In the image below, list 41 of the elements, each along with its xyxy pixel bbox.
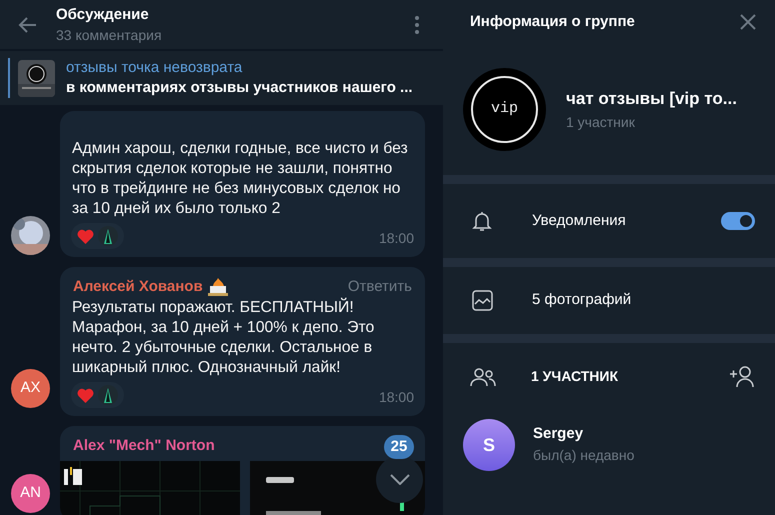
member-name: Sergey [533,424,584,444]
author-name[interactable]: Alex "Mech" Norton [73,434,215,458]
sticker-icon [98,226,118,246]
message-time: 18:00 [378,229,414,248]
user-avatar[interactable]: AN [11,474,50,513]
reactions-bar[interactable] [71,223,124,249]
notifications-label: Уведомления [532,210,626,231]
sticker-icon [98,385,118,405]
message-text: Результаты поражают. БЕСПЛАТНЫЙ! Марафон, за 10 дней + 100% к депо. Это нечто. 2 убыточные сделки. Остальное в шикарный плюс. Однозначный лайк! [72,298,376,378]
comment-count: 33 комментария [56,26,162,44]
photos-label: 5 фотографий [532,290,632,310]
avatar-text: vip [490,99,518,120]
close-icon[interactable] [740,14,756,30]
chat-title: Обсуждение [56,4,150,24]
member-count: 1 участник [566,112,636,132]
image-icon [472,290,493,311]
add-member-icon[interactable] [729,366,755,388]
chevron-down-icon [390,474,410,485]
photos-row[interactable]: 5 фотографий [443,267,775,334]
back-icon[interactable] [18,14,38,34]
member-status: был(а) недавно [533,446,634,465]
pinned-bar[interactable]: отзывы точка невозврата в комментариях отзывы участников нашего ... [0,51,443,105]
pinned-title: отзывы точка невозврата [66,58,244,78]
member-item[interactable]: S Sergey был(а) недавно [443,410,775,480]
bell-icon [471,210,493,232]
members-header: 1 УЧАСТНИК [531,367,618,386]
notifications-toggle[interactable] [721,212,755,230]
group-name: чат отзывы [vip то... [566,88,737,110]
author-name[interactable]: Алексей Хованов [73,276,203,298]
message-time: 18:00 [378,388,414,407]
user-avatar[interactable]: AX [11,369,50,408]
people-icon [470,366,496,386]
panel-title: Информация о группе [470,12,635,32]
heart-icon [77,388,94,402]
member-avatar: S [463,419,515,471]
reply-link[interactable]: Ответить [348,276,412,298]
more-icon[interactable] [415,16,419,34]
heart-icon [77,228,94,244]
pinned-text: в комментариях отзывы участников нашего ... [66,78,413,98]
reactions-bar[interactable] [71,382,124,408]
message-text: Админ харош, сделки годные, все чисто и без скрытия сделок которые не зашли, понятно что в трейдинге не без минусовых сделок но за 10 дней их было только 2 [72,139,409,219]
